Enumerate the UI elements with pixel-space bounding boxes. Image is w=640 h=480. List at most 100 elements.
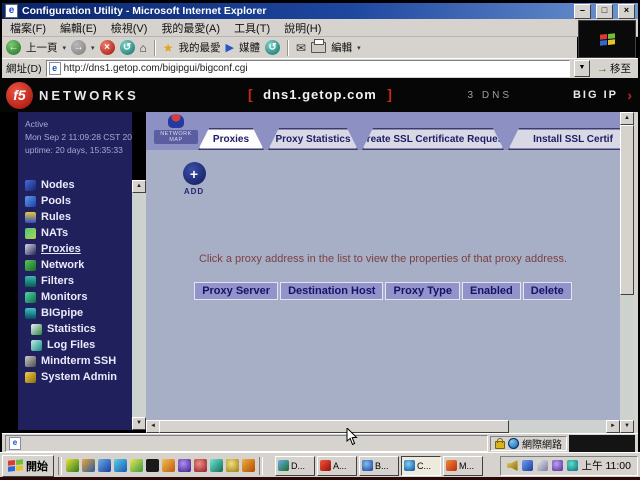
internet-globe-icon <box>508 438 519 449</box>
go-button[interactable]: → 移至 <box>594 61 634 76</box>
quick-launch-icon-8[interactable] <box>178 459 191 472</box>
windows-flag-icon <box>600 33 615 46</box>
sidebar-item-proxies[interactable]: Proxies <box>25 243 132 255</box>
quick-launch-icon-4[interactable] <box>114 459 127 472</box>
menu-tools[interactable]: 工具(T) <box>234 20 270 36</box>
quick-launch-icon-1[interactable] <box>66 459 79 472</box>
tab-proxy-statistics[interactable]: Proxy Statistics <box>268 128 358 150</box>
restore-button[interactable]: □ <box>596 4 613 19</box>
sidebar-item-system-admin[interactable]: System Admin <box>25 371 132 383</box>
stop-icon[interactable]: × <box>100 40 115 55</box>
menu-favorites[interactable]: 我的最愛(A) <box>161 20 220 36</box>
forward-dropdown-icon[interactable]: ▾ <box>91 44 95 52</box>
quick-launch-icon-6[interactable] <box>146 459 159 472</box>
sidebar-item-nodes[interactable]: Nodes <box>25 179 132 191</box>
favorites-icon[interactable]: ★ <box>163 41 174 55</box>
scroll-up-icon[interactable]: ▲ <box>132 180 146 193</box>
tab-band: NETWORK MAP Proxies Proxy Statistics Cre… <box>146 112 620 150</box>
column-enabled: Enabled <box>462 282 521 300</box>
menu-file[interactable]: 檔案(F) <box>10 20 46 36</box>
sidebar-item-filters[interactable]: Filters <box>25 275 132 287</box>
sidebar-scrollbar[interactable]: ▲ ▼ <box>132 180 146 430</box>
link-bigip[interactable]: BIG IP <box>573 89 618 101</box>
status-uptime: uptime: 20 days, 15:35:33 <box>25 144 132 157</box>
menu-edit[interactable]: 編輯(E) <box>60 20 97 36</box>
favorites-label[interactable]: 我的最愛 <box>179 40 221 55</box>
media-label[interactable]: 媒體 <box>239 40 260 55</box>
content-scroll-left-icon[interactable]: ◄ <box>146 420 160 433</box>
bracket-right: ] <box>387 86 392 102</box>
refresh-icon[interactable]: ↺ <box>120 40 135 55</box>
quick-launch-icon-9[interactable] <box>194 459 207 472</box>
task-window-5[interactable]: M... <box>443 456 483 476</box>
print-icon[interactable] <box>311 42 326 53</box>
sidebar-item-nats[interactable]: NATs <box>25 227 132 239</box>
content-scroll-down-icon[interactable]: ▼ <box>620 420 634 433</box>
task-window-4-active[interactable]: C... <box>401 456 441 476</box>
minimize-button[interactable]: – <box>574 4 591 19</box>
go-label: 移至 <box>610 61 631 76</box>
mail-icon[interactable]: ✉ <box>296 41 306 55</box>
address-input[interactable]: e http://dns1.getop.com/bigipgui/bigconf… <box>46 60 570 77</box>
add-proxy-button[interactable]: + ADD <box>172 162 216 196</box>
forward-icon[interactable]: → <box>71 40 86 55</box>
toolbar-separator <box>154 40 156 56</box>
tray-icon-5[interactable] <box>567 460 578 471</box>
sidebar-item-pools[interactable]: Pools <box>25 195 132 207</box>
tray-icon-3[interactable] <box>537 460 548 471</box>
back-dropdown-icon[interactable]: ▾ <box>63 44 67 52</box>
task-window-2[interactable]: A... <box>317 456 357 476</box>
volume-icon[interactable] <box>507 460 518 471</box>
content-horizontal-scrollbar[interactable]: ◄ ► <box>146 420 620 433</box>
media-icon[interactable]: ▶ <box>226 41 234 54</box>
address-dropdown-icon[interactable]: ▼ <box>574 60 590 77</box>
network-map-button[interactable]: NETWORK MAP <box>154 114 198 144</box>
back-label[interactable]: 上一頁 <box>26 40 58 55</box>
home-icon[interactable]: ⌂ <box>140 41 147 55</box>
back-icon[interactable]: ← <box>6 40 21 55</box>
zone-label: 網際網路 <box>522 436 562 451</box>
taskbar: 開始 D... A... B... C... M... 上午 11:00 <box>0 452 640 478</box>
menu-help[interactable]: 說明(H) <box>284 20 321 36</box>
quick-launch-icon-2[interactable] <box>82 459 95 472</box>
content-scroll-right-icon[interactable]: ► <box>606 420 620 433</box>
sidebar-item-log-files[interactable]: Log Files <box>25 339 132 351</box>
sidebar-item-statistics[interactable]: Statistics <box>25 323 132 335</box>
menu-view[interactable]: 檢視(V) <box>111 20 148 36</box>
tab-install-ssl-certificate[interactable]: Install SSL Certif <box>508 128 620 150</box>
scroll-down-icon[interactable]: ▼ <box>132 417 146 430</box>
tab-proxies[interactable]: Proxies <box>198 128 264 150</box>
window-title: Configuration Utility - Microsoft Intern… <box>22 5 569 17</box>
horizontal-scroll-thumb[interactable] <box>159 420 509 433</box>
quick-launch-icon-11[interactable] <box>226 459 239 472</box>
taskbar-clock[interactable]: 上午 11:00 <box>582 458 631 473</box>
tab-create-ssl-certificate-request[interactable]: Create SSL Certificate Request <box>362 128 504 150</box>
content-scroll-up-icon[interactable]: ▲ <box>620 112 634 125</box>
content-vertical-scrollbar[interactable]: ▲ ▼ <box>620 112 634 433</box>
start-button[interactable]: 開始 <box>2 455 54 477</box>
quick-launch-icon-12[interactable] <box>242 459 255 472</box>
task-window-3[interactable]: B... <box>359 456 399 476</box>
sidebar-item-monitors[interactable]: Monitors <box>25 291 132 303</box>
quick-launch-icon-5[interactable] <box>130 459 143 472</box>
close-button[interactable]: × <box>618 4 635 19</box>
sidebar-item-mindterm-ssh[interactable]: Mindterm SSH <box>25 355 132 367</box>
edit-label[interactable]: 編輯 <box>331 40 352 55</box>
sidebar-item-network[interactable]: Network <box>25 259 132 271</box>
toolbar: ← 上一頁 ▾ → ▾ × ↺ ⌂ ★ 我的最愛 ▶ 媒體 ↺ ✉ 編輯 ▾ <box>2 37 577 58</box>
quick-launch-icon-7[interactable] <box>162 459 175 472</box>
tray-icon-2[interactable] <box>522 460 533 471</box>
link-3dns[interactable]: 3 DNS <box>468 90 512 101</box>
tray-icon-4[interactable] <box>552 460 563 471</box>
quick-launch-icon-3[interactable] <box>98 459 111 472</box>
edit-dropdown-icon[interactable]: ▾ <box>357 44 361 52</box>
instruction-text: Click a proxy address in the list to vie… <box>146 253 620 265</box>
history-icon[interactable]: ↺ <box>265 40 280 55</box>
task-window-1[interactable]: D... <box>275 456 315 476</box>
go-arrow-icon: → <box>597 63 608 75</box>
quick-launch-icon-10[interactable] <box>210 459 223 472</box>
sidebar-item-rules[interactable]: Rules <box>25 211 132 223</box>
url-text[interactable]: http://dns1.getop.com/bigipgui/bigconf.c… <box>64 63 567 74</box>
vertical-scroll-thumb[interactable] <box>620 125 634 295</box>
sidebar-item-bigpipe[interactable]: BIGpipe <box>25 307 132 319</box>
